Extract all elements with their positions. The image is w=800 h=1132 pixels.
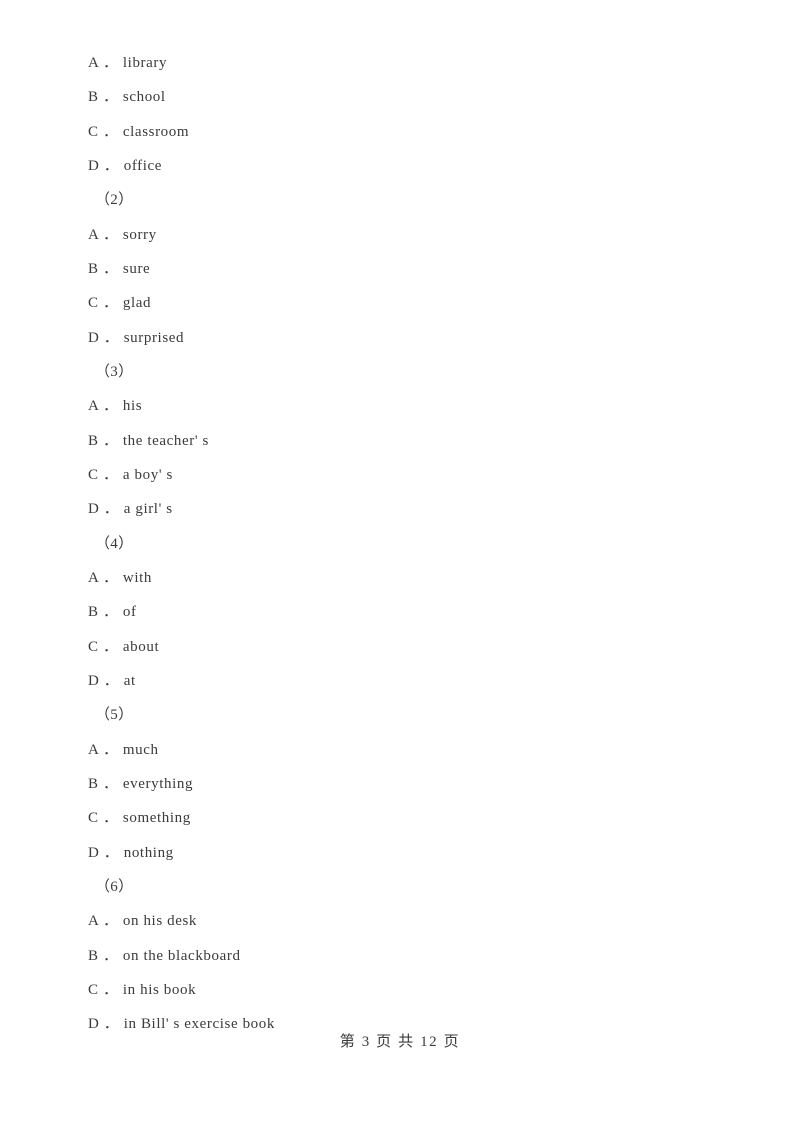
- question-number-marker: （2）: [95, 192, 134, 209]
- option-item: B ． of: [88, 604, 137, 621]
- option-item: B ． everything: [88, 775, 194, 792]
- option-item: A ． library: [88, 55, 168, 71]
- option-item: B ． the teacher' s: [88, 432, 209, 449]
- option-item: C ． glad: [88, 295, 152, 312]
- question-number-marker: （6）: [95, 878, 134, 895]
- question-number-marker: （5）: [95, 707, 134, 724]
- option-item: A ． his: [88, 398, 143, 415]
- option-item: B ． sure: [88, 260, 151, 277]
- option-item: A ． on his desk: [88, 913, 198, 930]
- option-item: C ． in his book: [88, 981, 197, 998]
- question-number-marker: （3）: [95, 363, 134, 380]
- option-item: C ． classroom: [88, 123, 190, 140]
- option-item: C ． a boy' s: [88, 466, 173, 483]
- option-item: C ． about: [88, 638, 160, 655]
- document-page: A ． library B ． school C ． classroom D ．…: [0, 0, 800, 1132]
- option-item: D ． at: [88, 672, 136, 689]
- option-item: D ． surprised: [88, 329, 185, 346]
- option-item: B ． school: [88, 89, 166, 106]
- option-item: D ． nothing: [88, 844, 174, 861]
- question-number-marker: （4）: [95, 535, 134, 552]
- option-item: A ． much: [88, 741, 159, 758]
- question-options-body: A ． library B ． school C ． classroom D ．…: [88, 46, 748, 1042]
- option-item: A ． with: [88, 569, 152, 586]
- option-item: B ． on the blackboard: [88, 947, 241, 964]
- option-item: A ． sorry: [88, 226, 157, 243]
- page-footer: 第 3 页 共 12 页: [339, 1034, 461, 1050]
- option-item: D ． office: [88, 157, 163, 174]
- option-item: D ． a girl' s: [88, 501, 173, 518]
- option-item: C ． something: [88, 810, 191, 827]
